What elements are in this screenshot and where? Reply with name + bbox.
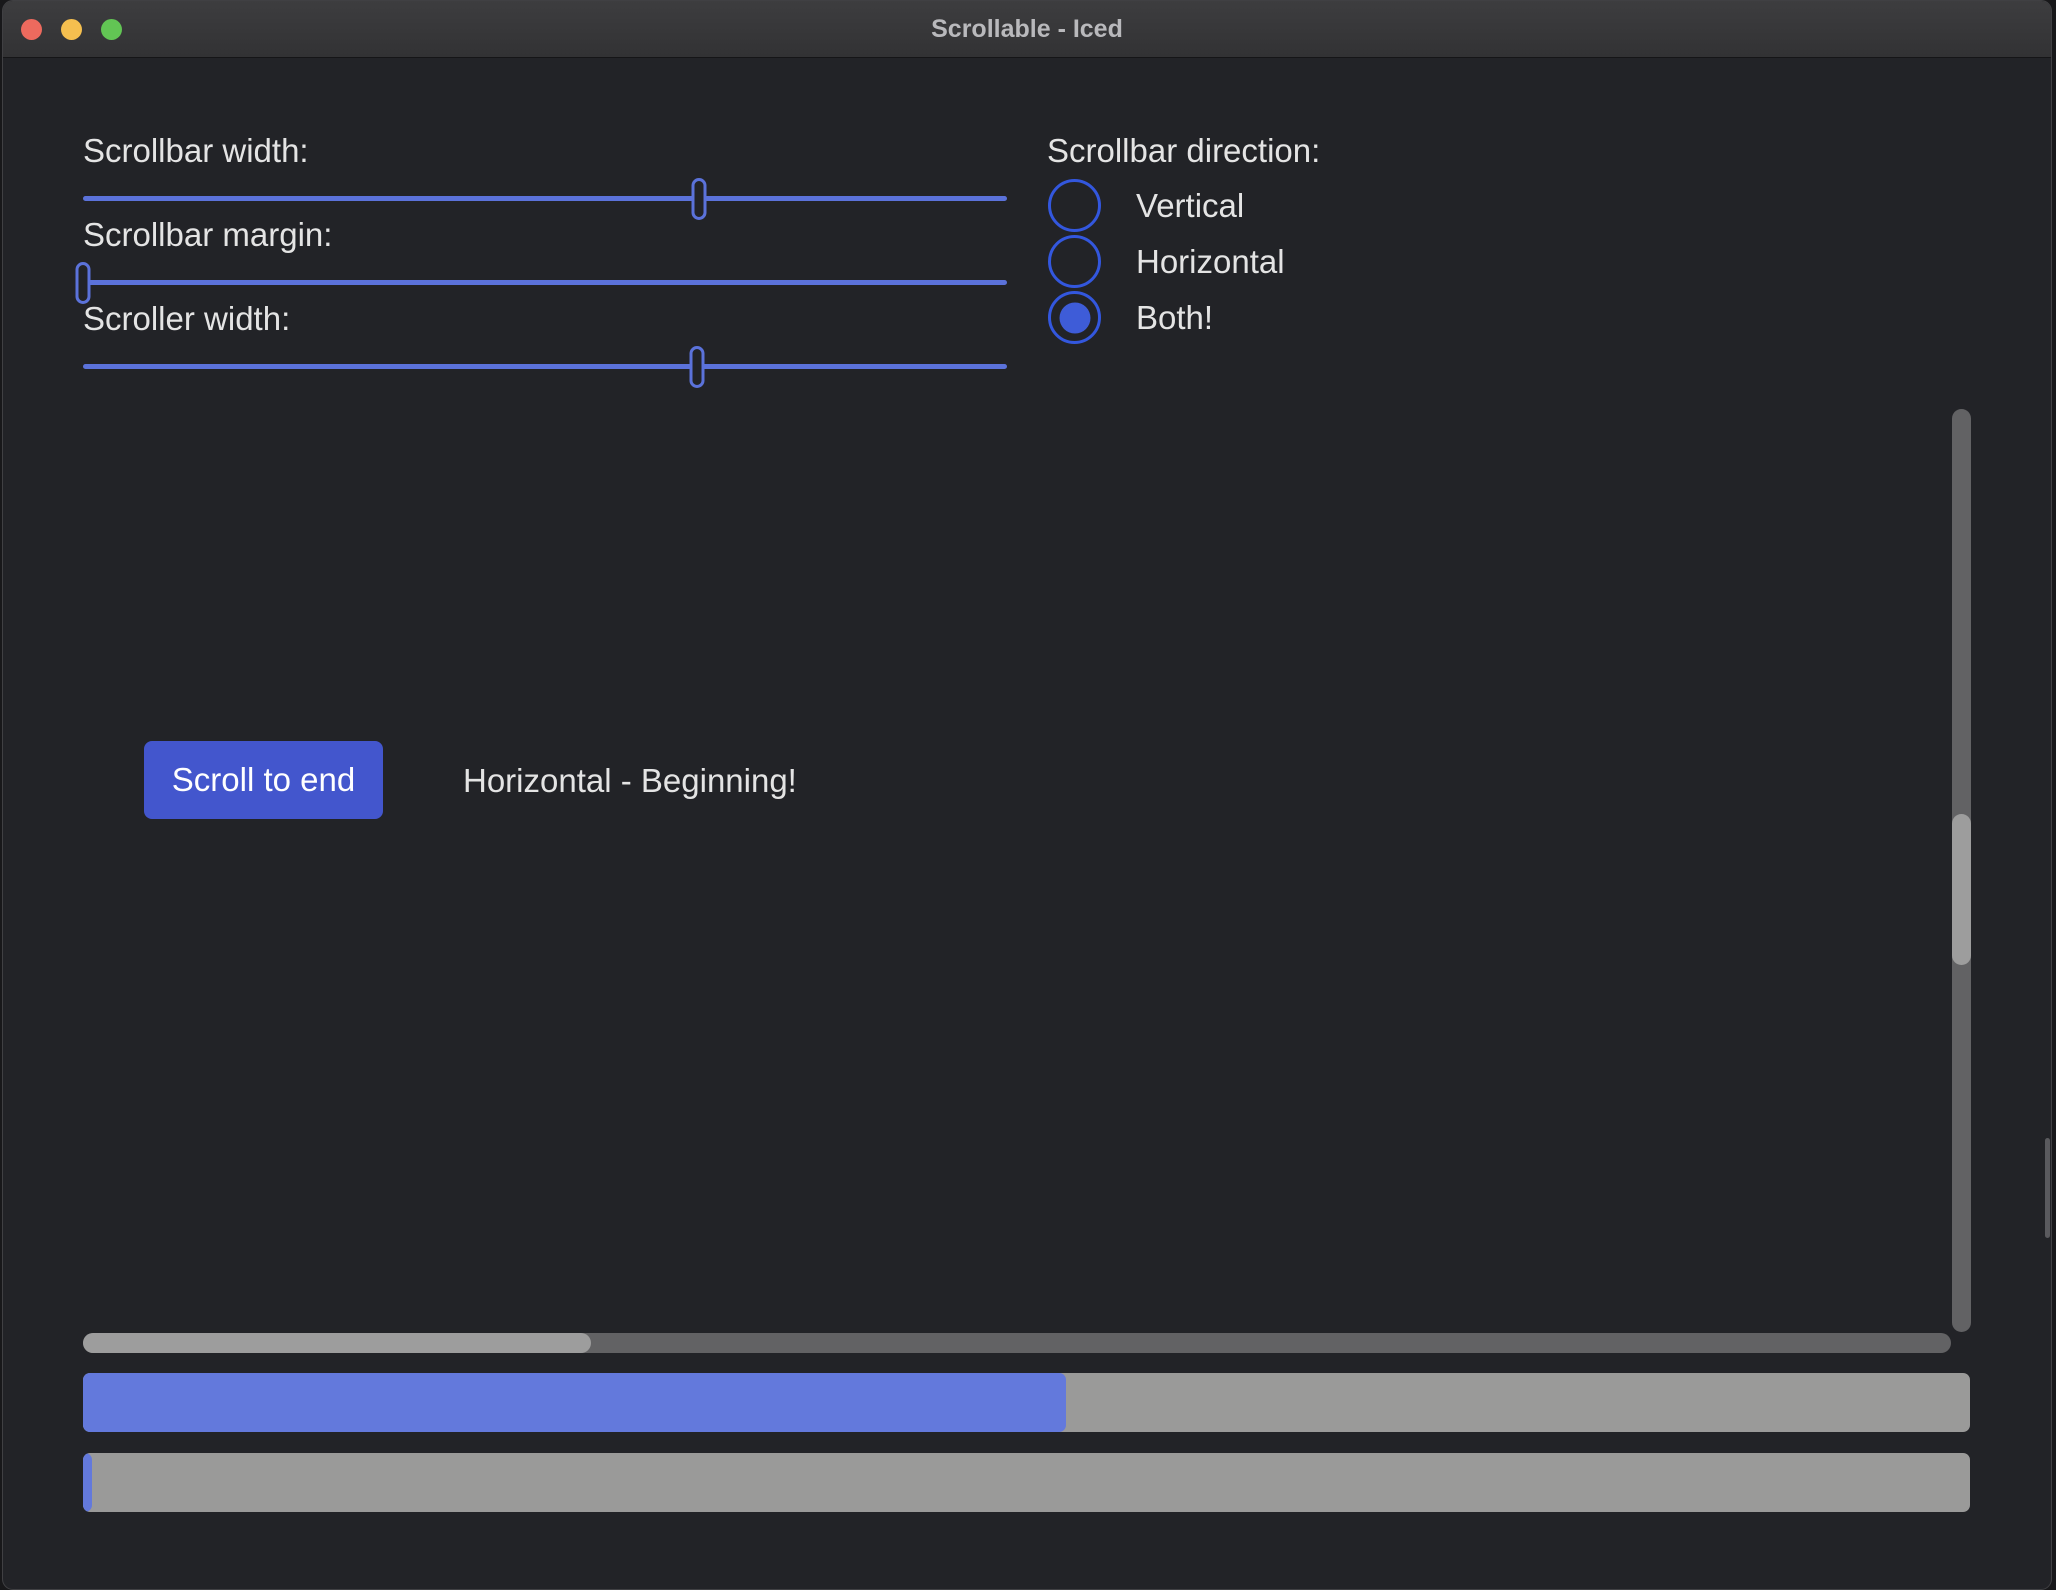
vertical-progress-fill (83, 1373, 1066, 1432)
vertical-scrollbar-thumb[interactable] (1952, 814, 1971, 964)
radio-label-horizontal[interactable]: Horizontal (1136, 240, 1285, 284)
vertical-scrollbar-rail[interactable] (1952, 409, 1971, 1332)
horizontal-progress-fill (83, 1453, 92, 1512)
radio-group-label: Scrollbar direction: (1047, 129, 1320, 173)
radio-both[interactable] (1048, 291, 1101, 344)
radio-label-both[interactable]: Both! (1136, 296, 1213, 340)
horizontal-scrollbar-thumb[interactable] (83, 1333, 591, 1353)
scrollbar-margin-slider[interactable] (83, 280, 1007, 285)
scrollbar-width-slider[interactable] (83, 196, 1007, 201)
horizontal-scrollbar-rail[interactable] (83, 1333, 1951, 1353)
scroller-width-slider[interactable] (83, 364, 1007, 369)
title-bar: Scrollable - Iced (3, 1, 2051, 58)
scroller-width-slider-handle[interactable] (689, 346, 704, 388)
vertical-progress-bar (83, 1373, 1970, 1432)
slider-label-scroller-width: Scroller width: (83, 297, 290, 341)
scrollbar-width-slider-handle[interactable] (692, 178, 707, 220)
radio-label-vertical[interactable]: Vertical (1136, 184, 1244, 228)
radio-horizontal[interactable] (1048, 235, 1101, 288)
minimize-button[interactable] (61, 19, 82, 40)
radio-both-dot (1059, 302, 1090, 333)
radio-vertical[interactable] (1048, 179, 1101, 232)
slider-label-scrollbar-width: Scrollbar width: (83, 129, 309, 173)
horizontal-progress-bar (83, 1453, 1970, 1512)
slider-label-scrollbar-margin: Scrollbar margin: (83, 213, 332, 257)
window-overlay-scrollbar-thumb[interactable] (2045, 1138, 2050, 1238)
scroll-status-text: Horizontal - Beginning! (463, 759, 797, 803)
close-button[interactable] (21, 19, 42, 40)
scroll-to-end-button[interactable]: Scroll to end (144, 741, 383, 819)
zoom-button[interactable] (101, 19, 122, 40)
app-window: Scrollable - Iced Scrollbar width: Scrol… (2, 0, 2052, 1590)
window-title: Scrollable - Iced (3, 1, 2051, 58)
